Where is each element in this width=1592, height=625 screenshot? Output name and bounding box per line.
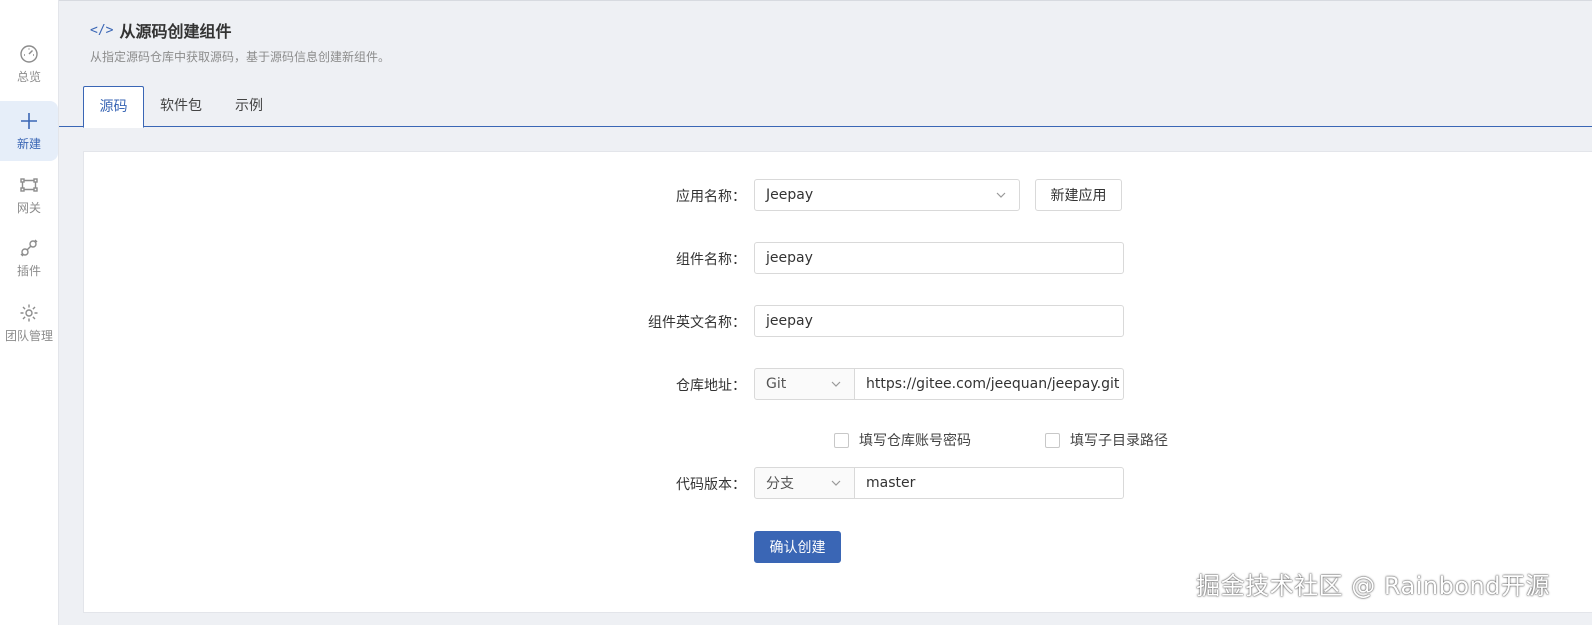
tab-package[interactable]: 软件包 — [151, 86, 211, 127]
tab-source[interactable]: 源码 — [83, 86, 144, 128]
chevron-down-icon — [996, 192, 1006, 198]
version-input[interactable]: master — [855, 467, 1124, 499]
watermark: 掘金技术社区 @ Rainbond开源 — [1196, 572, 1550, 600]
app-name-select[interactable]: Jeepay — [754, 179, 1020, 211]
sidebar-item-overview[interactable]: 总览 — [0, 34, 58, 94]
sidebar-item-label: 新建 — [16, 137, 41, 151]
repo-label: 仓库地址： — [676, 378, 746, 394]
version-type-value: 分支 — [766, 476, 794, 492]
sidebar-item-gateway[interactable]: 网关 — [0, 165, 58, 225]
dashboard-icon — [18, 43, 40, 65]
sidebar-item-label: 团队管理 — [4, 329, 53, 343]
plus-icon — [18, 110, 40, 132]
gear-icon — [18, 302, 40, 324]
subdir-checkbox[interactable]: 填写子目录路径 — [1045, 430, 1168, 450]
version-label: 代码版本： — [676, 477, 746, 493]
version-type-select[interactable]: 分支 — [754, 467, 855, 499]
new-app-button[interactable]: 新建应用 — [1035, 179, 1122, 211]
component-name-label: 组件名称： — [676, 252, 746, 268]
sidebar-item-label: 插件 — [16, 264, 41, 278]
sidebar-item-new[interactable]: 新建 — [0, 101, 58, 161]
tab-example[interactable]: 示例 — [225, 86, 273, 127]
component-name-input[interactable]: jeepay — [754, 242, 1124, 274]
gateway-icon — [18, 174, 40, 196]
sidebar-item-label: 网关 — [16, 201, 41, 215]
chevron-down-icon — [831, 381, 841, 387]
page-title-text: 从源码创建组件 — [119, 22, 232, 41]
top-divider — [59, 0, 1592, 1]
chevron-down-icon — [831, 480, 841, 486]
checkbox-label: 填写子目录路径 — [1070, 433, 1168, 449]
component-en-name-label: 组件英文名称： — [648, 315, 746, 331]
plugin-icon — [18, 237, 40, 259]
checkbox-box[interactable] — [1045, 432, 1060, 448]
code-icon: </> — [90, 22, 114, 38]
repo-type-value: Git — [766, 376, 787, 392]
page-title: </> 从源码创建组件 — [90, 18, 232, 42]
sidebar: 总览 新建 网关 插件 团队管理 — [0, 0, 59, 625]
page-description: 从指定源码仓库中获取源码，基于源码信息创建新组件。 — [90, 50, 391, 64]
repo-url-input[interactable]: https://gitee.com/jeequan/jeepay.git — [855, 368, 1124, 400]
credentials-checkbox[interactable]: 填写仓库账号密码 — [834, 430, 971, 450]
component-en-name-input[interactable]: jeepay — [754, 305, 1124, 337]
sidebar-item-plugin[interactable]: 插件 — [0, 228, 58, 288]
sidebar-item-label: 总览 — [16, 70, 41, 84]
tab-bar: 源码 软件包 示例 — [59, 86, 1592, 128]
checkbox-box[interactable] — [834, 432, 849, 448]
checkbox-label: 填写仓库账号密码 — [859, 433, 971, 449]
confirm-create-button[interactable]: 确认创建 — [754, 531, 841, 563]
sidebar-item-team[interactable]: 团队管理 — [0, 293, 58, 353]
repo-type-select[interactable]: Git — [754, 368, 855, 400]
app-name-label: 应用名称： — [676, 189, 746, 205]
app-name-value: Jeepay — [766, 187, 814, 203]
